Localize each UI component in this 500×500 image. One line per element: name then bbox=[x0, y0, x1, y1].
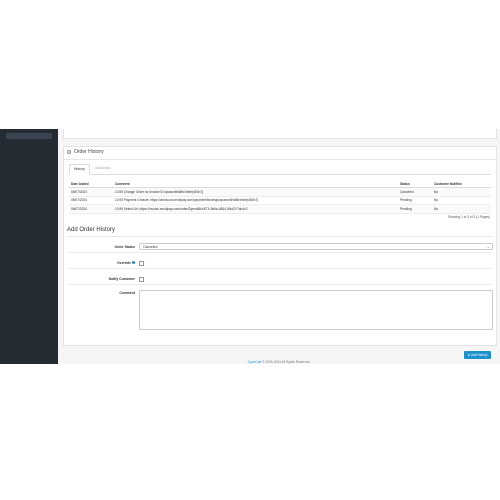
notify-checkbox[interactable] bbox=[139, 277, 144, 282]
override-label: Override bbox=[117, 261, 135, 265]
table-row: 06/07/2024 10:59 Change Order for Invoic… bbox=[69, 187, 491, 197]
table-cell: Canceled bbox=[398, 187, 432, 197]
override-checkbox[interactable] bbox=[139, 261, 144, 266]
comment-label: Comment bbox=[119, 291, 135, 295]
notify-label: Notify Customer bbox=[108, 276, 135, 281]
panel-title: Order History bbox=[74, 149, 104, 155]
table-cell: 10:59 Payment Creacte: https://checkout.… bbox=[113, 196, 398, 205]
table-cell: Pending bbox=[398, 196, 432, 205]
table-cell: 10:59 Select Url: https://invoice.xendip… bbox=[113, 204, 398, 214]
previous-panel bbox=[63, 129, 497, 139]
table-cell: No bbox=[432, 196, 491, 205]
footer: OpenCart © 2009-2024 All Rights Reserved… bbox=[58, 360, 500, 364]
table-cell: Pending bbox=[398, 204, 432, 214]
override-label-text: Override bbox=[117, 260, 131, 265]
table-row: 06/07/2024 10:59 Select Url: https://inv… bbox=[69, 204, 491, 214]
table-cell: 10:59 Change Order for Invoice ID:opasxv… bbox=[113, 187, 398, 197]
comment-icon bbox=[67, 150, 71, 154]
column-header[interactable]: Comment bbox=[113, 180, 398, 188]
chevron-down-icon: ⌄ bbox=[486, 244, 490, 249]
column-header[interactable]: Customer Notified bbox=[432, 180, 491, 188]
order-history-panel: Order History History Additional Date Ad… bbox=[63, 146, 497, 359]
override-row: Override bbox=[67, 257, 493, 269]
comment-row: Comment bbox=[67, 290, 493, 332]
order-status-select[interactable]: Canceled ⌄ bbox=[139, 243, 493, 250]
table-row: 06/07/2024 10:59 Payment Creacte: https:… bbox=[69, 196, 491, 205]
sidebar-item-active[interactable] bbox=[6, 133, 52, 139]
column-header[interactable]: Status bbox=[398, 180, 432, 188]
history-table: Date Added Comment Status Customer Notif… bbox=[69, 180, 491, 214]
table-cell: 06/07/2024 bbox=[69, 187, 113, 197]
table-cell: No bbox=[432, 187, 491, 197]
app-frame: Order History History Additional Date Ad… bbox=[0, 129, 500, 364]
order-status-row: Order Status Canceled ⌄ bbox=[67, 241, 493, 253]
footer-brand-link[interactable]: OpenCart bbox=[248, 360, 262, 364]
add-history-title: Add Order History bbox=[67, 227, 116, 233]
column-header[interactable]: Date Added bbox=[69, 180, 113, 188]
pagination-summary: Showing 1 to 3 of 3 (1 Pages) bbox=[448, 215, 490, 219]
tab-additional[interactable]: Additional bbox=[91, 164, 114, 173]
table-header-row: Date Added Comment Status Customer Notif… bbox=[69, 180, 491, 188]
info-icon bbox=[132, 261, 135, 265]
main-content: Order History History Additional Date Ad… bbox=[58, 129, 500, 364]
table-cell: No bbox=[432, 204, 491, 214]
order-status-label: Order Status bbox=[114, 244, 135, 249]
footer-text: © 2009-2024 All Rights Reserved. bbox=[261, 360, 311, 364]
table-cell: 06/07/2024 bbox=[69, 196, 113, 205]
table-cell: 06/07/2024 bbox=[69, 204, 113, 214]
add-history-button[interactable]: ⊕ Add History bbox=[464, 351, 491, 359]
order-status-value: Canceled bbox=[143, 245, 158, 249]
tab-history[interactable]: History bbox=[69, 164, 90, 175]
history-tabs: History Additional bbox=[69, 164, 491, 175]
panel-header: Order History bbox=[64, 147, 496, 160]
notify-row: Notify Customer bbox=[67, 273, 493, 285]
sidebar bbox=[0, 129, 58, 364]
divider bbox=[67, 236, 493, 237]
comment-textarea[interactable] bbox=[139, 290, 493, 330]
